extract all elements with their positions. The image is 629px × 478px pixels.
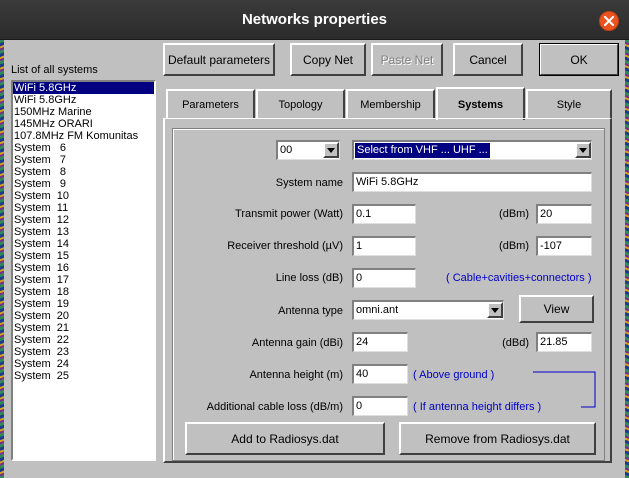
desktop-background-right xyxy=(625,40,629,478)
list-item[interactable]: System 22 xyxy=(13,334,154,346)
list-item[interactable]: System 20 xyxy=(13,310,154,322)
tab-style[interactable]: Style xyxy=(526,89,612,118)
dropdown-arrow-button[interactable] xyxy=(575,142,591,158)
bracket-connector-icon xyxy=(533,371,596,408)
line-loss-label: Line loss (dB) xyxy=(275,272,343,284)
list-item[interactable]: 150MHz Marine xyxy=(13,106,154,118)
list-item[interactable]: System 25 xyxy=(13,370,154,382)
antenna-gain-dbd-input[interactable]: 21.85 xyxy=(536,332,592,352)
list-item[interactable]: System 18 xyxy=(13,286,154,298)
list-item[interactable]: System 8 xyxy=(13,166,154,178)
ok-button[interactable]: OK xyxy=(539,43,619,76)
list-item[interactable]: System 23 xyxy=(13,346,154,358)
tab-systems[interactable]: Systems xyxy=(436,87,525,120)
additional-cable-loss-note: ( If antenna height differs ) xyxy=(413,401,542,413)
antenna-height-input[interactable]: 40 xyxy=(352,364,408,384)
transmit-power-dbm-input[interactable]: 20 xyxy=(536,204,592,224)
additional-cable-loss-input[interactable]: 0 xyxy=(352,396,408,416)
list-item[interactable]: 145MHz ORARI xyxy=(13,118,154,130)
list-item[interactable]: WiFi 5.8GHz xyxy=(13,82,154,94)
antenna-height-label: Antenna height (m) xyxy=(249,369,343,381)
antenna-type-label: Antenna type xyxy=(278,305,343,317)
list-item[interactable]: System 15 xyxy=(13,250,154,262)
line-loss-input[interactable]: 0 xyxy=(352,268,416,288)
cancel-button[interactable]: Cancel xyxy=(453,43,523,76)
antenna-gain-label: Antenna gain (dBi) xyxy=(251,337,343,349)
tab-topology[interactable]: Topology xyxy=(256,89,345,118)
list-item[interactable]: System 19 xyxy=(13,298,154,310)
tab-parameters[interactable]: Parameters xyxy=(166,89,255,118)
receiver-threshold-label: Receiver threshold (µV) xyxy=(227,240,343,252)
list-item[interactable]: System 13 xyxy=(13,226,154,238)
list-item[interactable]: System 11 xyxy=(13,202,154,214)
receiver-threshold-uv-input[interactable]: 1 xyxy=(352,236,416,256)
transmit-power-dbm-label: (dBm) xyxy=(499,208,529,220)
view-antenna-button[interactable]: View xyxy=(519,295,594,323)
chevron-down-icon xyxy=(579,147,587,153)
systems-list-label: List of all systems xyxy=(11,64,98,76)
antenna-type-combo[interactable]: omni.ant xyxy=(352,300,504,320)
dropdown-arrow-button[interactable] xyxy=(487,302,503,318)
antenna-gain-dbi-input[interactable]: 24 xyxy=(352,332,408,352)
default-parameters-button[interactable]: Default parameters xyxy=(163,43,275,76)
receiver-threshold-dbm-input[interactable]: -107 xyxy=(536,236,592,256)
list-item[interactable]: System 12 xyxy=(13,214,154,226)
dropdown-arrow-button[interactable] xyxy=(323,142,339,158)
band-select-combo[interactable]: Select from VHF ... UHF ... xyxy=(352,140,592,160)
close-icon xyxy=(604,16,614,26)
antenna-type-value: omni.ant xyxy=(356,304,399,316)
system-index-combo[interactable]: 00 xyxy=(276,140,340,160)
list-item[interactable]: System 14 xyxy=(13,238,154,250)
list-item[interactable]: WiFi 5.8GHz xyxy=(13,94,154,106)
systems-list-items: WiFi 5.8GHz WiFi 5.8GHz 150MHz Marine 145MH… xyxy=(13,82,154,382)
antenna-height-note: ( Above ground ) xyxy=(413,369,495,381)
list-item[interactable]: System 21 xyxy=(13,322,154,334)
list-item[interactable]: System 9 xyxy=(13,178,154,190)
line-loss-note: ( Cable+cavities+connectors ) xyxy=(446,272,592,284)
list-item[interactable]: System 7 xyxy=(13,154,154,166)
close-button[interactable] xyxy=(599,11,619,31)
list-item[interactable]: System 24 xyxy=(13,358,154,370)
chevron-down-icon xyxy=(491,307,499,313)
system-index-value: 00 xyxy=(280,144,293,156)
list-item[interactable]: 107.8MHz FM Komunitas xyxy=(13,130,154,142)
list-item[interactable]: System 10 xyxy=(13,190,154,202)
receiver-threshold-dbm-label: (dBm) xyxy=(499,240,529,252)
chevron-down-icon xyxy=(327,147,335,153)
list-item[interactable]: System 6 xyxy=(13,142,154,154)
antenna-gain-dbd-label: (dBd) xyxy=(502,337,529,349)
remove-from-radiosys-button[interactable]: Remove from Radiosys.dat xyxy=(399,422,596,455)
additional-cable-loss-label: Additional cable loss (dB/m) xyxy=(206,401,343,413)
list-item[interactable]: System 17 xyxy=(13,274,154,286)
tab-membership[interactable]: Membership xyxy=(346,89,435,118)
system-name-label: System name xyxy=(275,177,343,189)
transmit-power-watt-input[interactable]: 0.1 xyxy=(352,204,416,224)
paste-net-button[interactable]: Paste Net xyxy=(371,43,443,76)
system-name-input[interactable]: WiFi 5.8GHz xyxy=(352,172,592,192)
copy-net-button[interactable]: Copy Net xyxy=(290,43,366,76)
list-item[interactable]: System 16 xyxy=(13,262,154,274)
transmit-power-label: Transmit power (Watt) xyxy=(235,208,343,220)
systems-listbox[interactable]: WiFi 5.8GHz WiFi 5.8GHz 150MHz Marine 145MH… xyxy=(11,80,156,461)
window-title: Networks properties xyxy=(241,11,388,28)
add-to-radiosys-button[interactable]: Add to Radiosys.dat xyxy=(185,422,385,455)
band-select-value: Select from VHF ... UHF ... xyxy=(355,143,490,158)
